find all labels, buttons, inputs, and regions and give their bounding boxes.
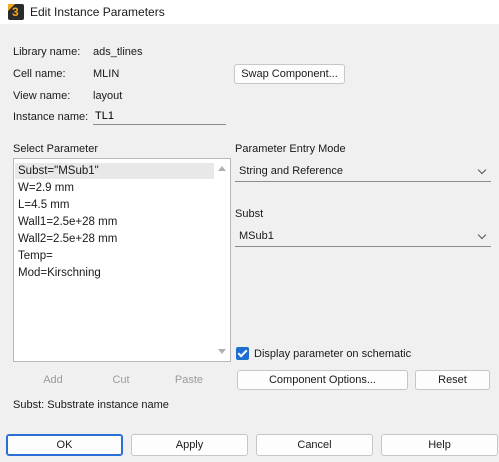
reset-button[interactable]: Reset <box>415 370 490 390</box>
apply-button[interactable]: Apply <box>131 434 248 456</box>
entry-mode-label: Parameter Entry Mode <box>235 143 346 155</box>
select-parameter-label: Select Parameter <box>13 143 98 155</box>
entry-mode-value: String and Reference <box>239 165 343 177</box>
chevron-down-icon <box>477 230 487 240</box>
instance-name-label: Instance name: <box>13 111 89 123</box>
component-options-button[interactable]: Component Options... <box>237 370 408 390</box>
cut-button[interactable]: Cut <box>96 370 146 390</box>
parameter-list[interactable]: Subst="MSub1" W=2.9 mm L=4.5 mm Wall1=2.… <box>13 158 231 362</box>
status-text: Subst: Substrate instance name <box>13 399 169 411</box>
scroll-up-arrow-icon[interactable] <box>218 166 226 171</box>
library-name-value: ads_tlines <box>93 46 143 58</box>
scroll-down-arrow-icon[interactable] <box>218 349 226 354</box>
cell-name-value: MLIN <box>93 68 120 80</box>
list-item-l[interactable]: L=4.5 mm <box>18 197 69 213</box>
help-button[interactable]: Help <box>381 434 498 456</box>
chevron-down-icon <box>477 165 487 175</box>
view-name-label: View name: <box>13 90 71 102</box>
add-button[interactable]: Add <box>28 370 78 390</box>
subst-dropdown[interactable]: MSub1 <box>235 227 491 247</box>
subst-label: Subst <box>235 208 264 220</box>
list-scrollbar[interactable] <box>215 160 229 360</box>
list-item-w[interactable]: W=2.9 mm <box>18 180 74 196</box>
ok-button[interactable]: OK <box>6 434 123 456</box>
cell-name-label: Cell name: <box>13 68 66 80</box>
cancel-button[interactable]: Cancel <box>256 434 373 456</box>
display-parameter-label: Display parameter on schematic <box>254 348 412 360</box>
list-item-wall2[interactable]: Wall2=2.5e+28 mm <box>18 231 117 247</box>
list-item-temp[interactable]: Temp= <box>18 248 53 264</box>
ads-logo-icon: 3 <box>8 4 24 20</box>
list-item-mod[interactable]: Mod=Kirschning <box>18 265 101 281</box>
list-item-subst[interactable]: Subst="MSub1" <box>15 163 214 179</box>
checkmark-icon <box>237 347 248 358</box>
display-parameter-checkbox[interactable] <box>236 347 249 360</box>
list-item-wall1[interactable]: Wall1=2.5e+28 mm <box>18 214 117 230</box>
instance-name-input[interactable] <box>93 108 226 125</box>
subst-value: MSub1 <box>239 230 274 242</box>
window-title: Edit Instance Parameters <box>30 5 165 19</box>
swap-component-button[interactable]: Swap Component... <box>234 64 345 84</box>
view-name-value: layout <box>93 90 123 102</box>
paste-button[interactable]: Paste <box>164 370 214 390</box>
library-name-label: Library name: <box>13 46 81 58</box>
entry-mode-dropdown[interactable]: String and Reference <box>235 162 491 182</box>
